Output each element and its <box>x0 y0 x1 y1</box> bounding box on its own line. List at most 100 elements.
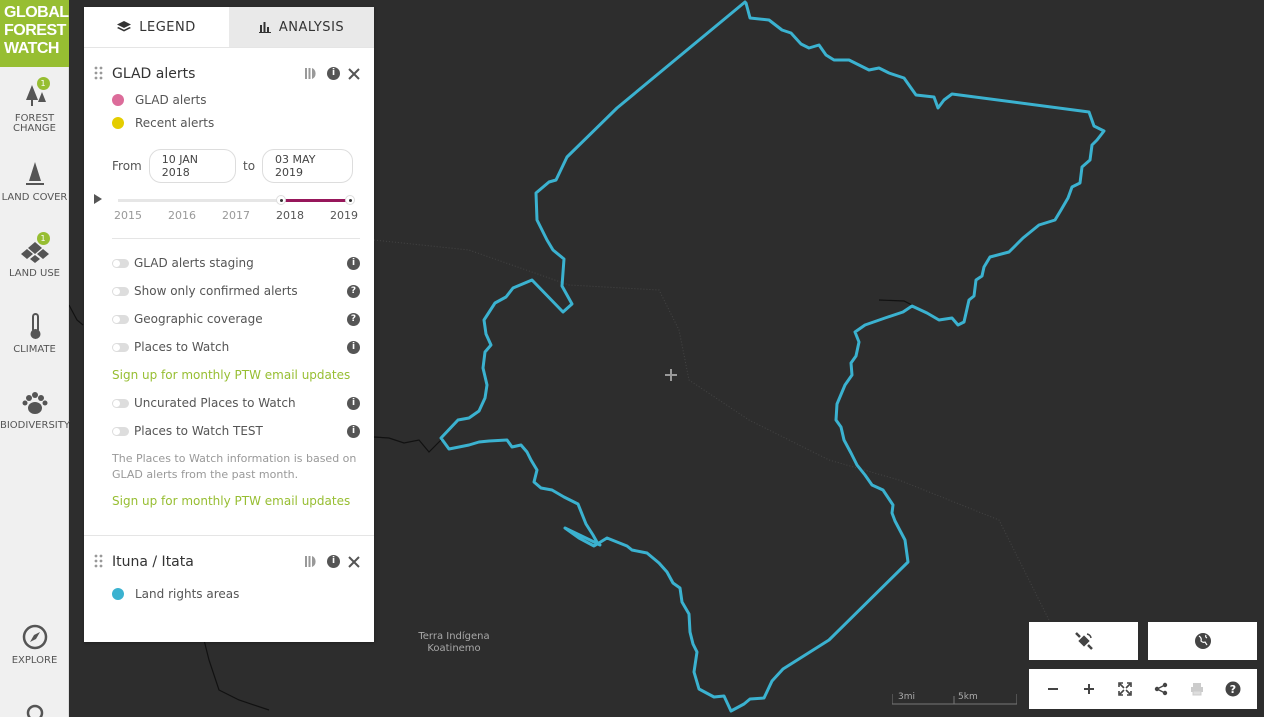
play-icon[interactable] <box>94 194 102 204</box>
zoom-in-icon[interactable] <box>1079 679 1099 699</box>
legend-swatch <box>112 93 124 106</box>
legend-item: Recent alerts <box>112 111 360 134</box>
help-icon[interactable]: ? <box>1223 679 1243 699</box>
end-date-picker[interactable]: 03 MAY 2019 <box>262 149 353 183</box>
legend-label: Land rights areas <box>135 586 240 601</box>
paw-icon <box>20 387 50 417</box>
svg-text:?: ? <box>1230 683 1236 696</box>
info-icon[interactable]: i <box>347 256 360 270</box>
legend-label: GLAD alerts <box>135 92 207 107</box>
nav-label: LAND USE <box>9 268 60 279</box>
layer-tools: i <box>305 67 360 80</box>
nav-land-cover[interactable]: LAND COVER <box>0 159 69 203</box>
logo-line: GLOBAL <box>4 4 69 21</box>
option-places-to-watch[interactable]: Places to Watch i <box>112 333 360 361</box>
toggle-switch[interactable] <box>112 426 129 436</box>
toggle-switch[interactable] <box>112 398 129 408</box>
nav-forest-change[interactable]: 1 FOREST CHANGE <box>0 77 69 134</box>
drag-handle-icon[interactable] <box>94 66 104 82</box>
ptw-signup-link[interactable]: Sign up for monthly PTW email updates <box>112 487 360 515</box>
year-label: 2019 <box>330 209 358 222</box>
river-line <box>203 639 270 711</box>
nav-land-use[interactable]: 1 LAND USE <box>0 232 69 279</box>
layer-ituna-itata: i Ituna / Itata Land rights areas <box>84 535 374 605</box>
compass-icon <box>20 622 50 652</box>
nav-climate[interactable]: CLIMATE <box>0 311 69 355</box>
to-label: to <box>243 159 256 173</box>
opacity-icon[interactable] <box>305 555 319 568</box>
from-label: From <box>112 159 142 173</box>
info-icon[interactable]: i <box>347 424 360 438</box>
ituna-itata-boundary[interactable] <box>439 0 1106 713</box>
toggle-switch[interactable] <box>112 314 129 324</box>
print-icon[interactable] <box>1187 679 1207 699</box>
legend-item: Land rights areas <box>112 582 360 605</box>
nav-label: CHANGE <box>13 123 56 134</box>
year-label: 2017 <box>222 209 250 222</box>
option-label: Places to Watch <box>134 340 230 354</box>
year-label: 2016 <box>168 209 196 222</box>
start-date-picker[interactable]: 10 JAN 2018 <box>148 149 236 183</box>
land-use-icon: 1 <box>20 232 50 265</box>
info-icon[interactable]: i <box>327 67 340 80</box>
tab-analysis[interactable]: ANALYSIS <box>229 7 374 47</box>
thermometer-icon <box>20 311 50 341</box>
zoom-out-icon[interactable] <box>1043 679 1063 699</box>
nav-badge: 1 <box>36 232 50 245</box>
logo-line: WATCH <box>4 40 59 57</box>
scale-label-mi: 3mi <box>898 692 915 702</box>
timeline-slider[interactable]: 2015 2016 2017 2018 2019 <box>94 183 360 233</box>
info-icon[interactable]: i <box>347 340 360 354</box>
date-range: From 10 JAN 2018 to 03 MAY 2019 <box>112 149 360 183</box>
toggle-switch[interactable] <box>112 342 129 352</box>
nav-label: BIODIVERSITY <box>0 420 70 431</box>
close-icon[interactable] <box>348 67 360 80</box>
info-icon[interactable]: i <box>347 396 360 410</box>
option-label: Uncurated Places to Watch <box>134 396 296 410</box>
option-glad-staging[interactable]: GLAD alerts staging i <box>112 249 360 277</box>
fullscreen-icon[interactable] <box>1115 679 1135 699</box>
option-ptw-test[interactable]: Places to Watch TEST i <box>112 417 360 445</box>
satellite-button[interactable] <box>1029 622 1138 660</box>
layer-tools: i <box>305 555 360 568</box>
info-icon[interactable]: i <box>327 555 340 568</box>
crosshair-icon <box>664 368 678 382</box>
opacity-icon[interactable] <box>305 67 319 80</box>
help-icon[interactable]: ? <box>347 312 360 326</box>
option-confirmed-alerts[interactable]: Show only confirmed alerts ? <box>112 277 360 305</box>
tab-legend[interactable]: LEGEND <box>84 7 229 47</box>
toggle-switch[interactable] <box>112 258 129 268</box>
map-scale-bar: 3mi 5km <box>892 692 1017 706</box>
option-label: GLAD alerts staging <box>134 256 254 270</box>
basemap-button[interactable] <box>1148 622 1257 660</box>
help-icon[interactable]: ? <box>347 284 360 298</box>
option-geographic-coverage[interactable]: Geographic coverage ? <box>112 305 360 333</box>
drag-handle-icon[interactable] <box>94 554 104 570</box>
search-icon <box>20 700 50 717</box>
divider <box>112 238 360 239</box>
legend-swatch <box>112 116 124 129</box>
satellite-icon <box>1074 632 1093 650</box>
dotted-boundary-line <box>373 239 1050 621</box>
logo-line: FOREST <box>4 22 66 39</box>
land-cover-icon <box>20 159 50 189</box>
nav-label: EXPLORE <box>11 655 58 666</box>
timeline-start-handle[interactable] <box>276 195 286 205</box>
nav-search[interactable] <box>0 700 69 717</box>
gfw-logo[interactable]: GLOBAL FOREST WATCH <box>0 0 69 67</box>
legend-item: GLAD alerts <box>112 88 360 111</box>
ptw-signup-link[interactable]: Sign up for monthly PTW email updates <box>112 361 360 389</box>
nav-biodiversity[interactable]: BIODIVERSITY <box>0 387 70 431</box>
river-line <box>878 299 915 307</box>
share-icon[interactable] <box>1151 679 1171 699</box>
legend-label: Recent alerts <box>135 115 215 130</box>
close-icon[interactable] <box>348 555 360 568</box>
nav-explore[interactable]: EXPLORE <box>0 622 69 666</box>
left-sidebar: GLOBAL FOREST WATCH 1 FOREST CHANGE LAND… <box>0 0 70 717</box>
toggle-switch[interactable] <box>112 286 129 296</box>
option-uncurated-ptw[interactable]: Uncurated Places to Watch i <box>112 389 360 417</box>
legend-swatch <box>112 587 124 600</box>
timeline-end-handle[interactable] <box>345 195 355 205</box>
river-line <box>373 436 442 453</box>
globe-icon <box>1194 633 1211 649</box>
